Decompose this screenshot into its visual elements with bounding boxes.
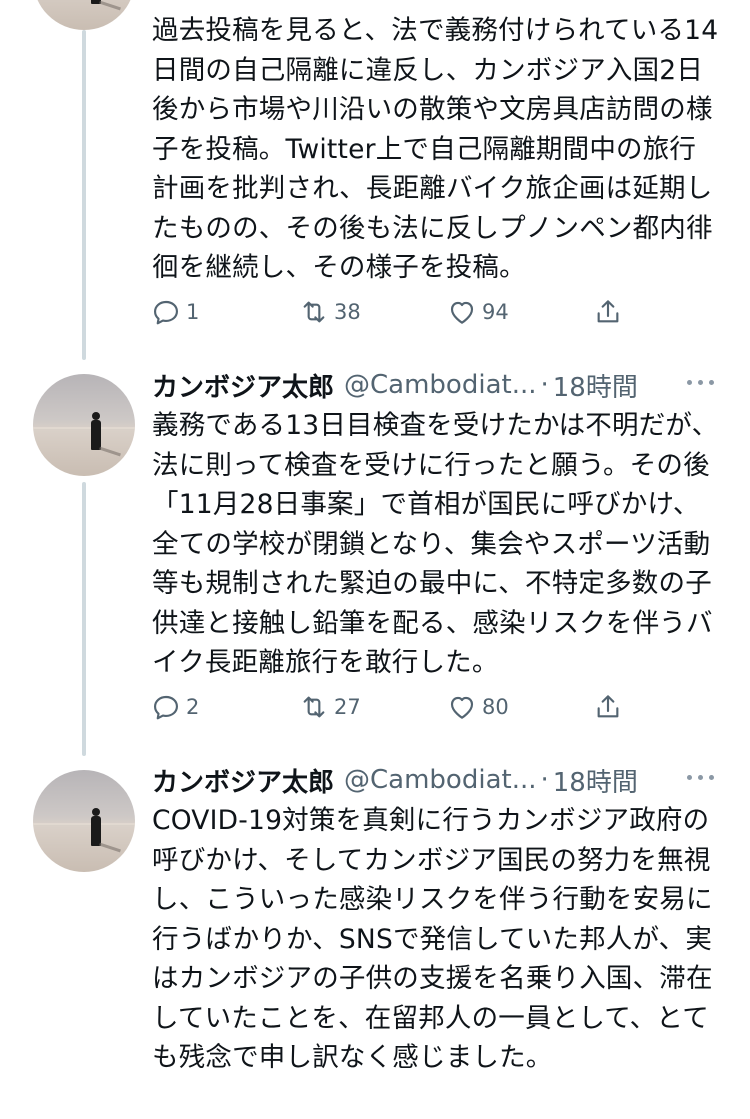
divider — [0, 1107, 750, 1119]
separator: · — [540, 765, 549, 795]
reply-icon — [154, 695, 178, 720]
tweet-actions: 2 27 80 — [150, 687, 630, 727]
separator: · — [540, 370, 549, 400]
avatar[interactable] — [33, 770, 135, 872]
tweet-text: 義務である13日目検査を受けたかは不明だが、法に則って検査を受けに行ったと願う。… — [152, 410, 719, 678]
share-button[interactable] — [592, 292, 624, 332]
timestamp[interactable]: 18時間 — [553, 762, 638, 799]
user-handle[interactable]: @Cambodiat... — [344, 370, 536, 400]
retweet-icon — [303, 696, 325, 718]
share-button[interactable] — [592, 687, 624, 727]
user-handle[interactable]: @Cambodiat... — [344, 765, 536, 795]
reply-button[interactable]: 2 — [150, 687, 199, 727]
like-count: 94 — [482, 300, 509, 324]
retweet-button[interactable]: 27 — [298, 687, 361, 727]
share-icon — [597, 695, 619, 718]
tweet-actions: 1 38 94 — [150, 292, 630, 332]
reply-icon — [154, 300, 178, 325]
thread-line — [82, 30, 86, 360]
display-name[interactable]: カンボジア太郎 — [152, 367, 334, 404]
more-icon[interactable] — [687, 368, 714, 385]
more-icon[interactable] — [687, 763, 714, 780]
like-icon — [450, 696, 474, 719]
like-button[interactable]: 80 — [446, 687, 509, 727]
tweet-text: COVID-19対策を真剣に行うカンボジア政府の呼びかけ、そしてカンボジア国民の… — [152, 805, 713, 1073]
tweet-text: 過去投稿を見ると、法で義務付けられている14日間の自己隔離に違反し、カンボジア入… — [152, 15, 719, 283]
reply-count: 1 — [186, 300, 200, 324]
retweet-count: 38 — [334, 300, 361, 324]
retweet-button[interactable]: 38 — [298, 292, 361, 332]
like-icon — [450, 301, 474, 324]
tweet-header: カンボジア太郎 @Cambodiat... · 18時間 — [152, 762, 638, 799]
like-button[interactable]: 94 — [446, 292, 509, 332]
thread-line — [82, 482, 86, 756]
retweet-count: 27 — [334, 695, 361, 719]
like-count: 80 — [482, 695, 509, 719]
timestamp[interactable]: 18時間 — [553, 367, 638, 404]
retweet-icon — [303, 301, 325, 323]
reply-button[interactable]: 1 — [150, 292, 199, 332]
display-name[interactable]: カンボジア太郎 — [152, 762, 334, 799]
tweet-header: カンボジア太郎 @Cambodiat... · 18時間 — [152, 367, 638, 404]
share-icon — [597, 300, 619, 323]
avatar[interactable] — [33, 374, 135, 476]
avatar[interactable] — [33, 0, 135, 30]
reply-count: 2 — [186, 695, 200, 719]
